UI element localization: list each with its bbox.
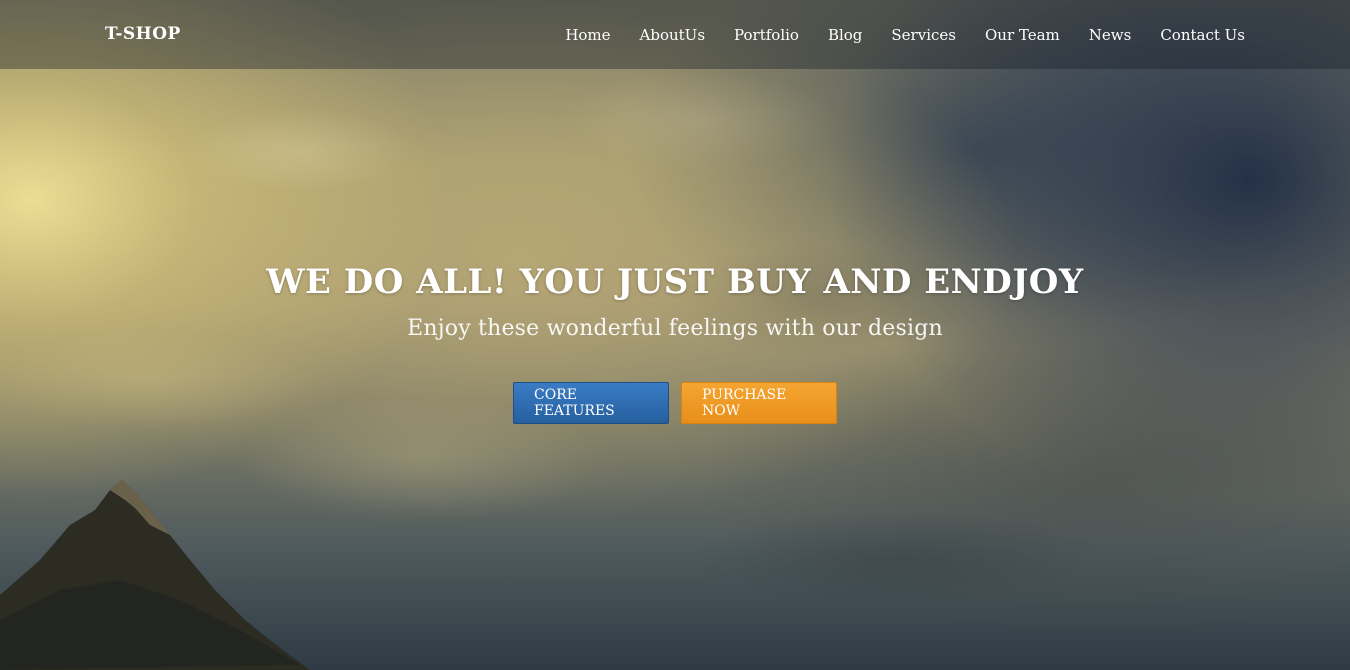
- hero-section: WE DO ALL! YOU JUST BUY AND ENDJOY Enjoy…: [0, 262, 1350, 341]
- nav-item-services[interactable]: Services: [891, 26, 956, 44]
- purchase-now-button[interactable]: PURCHASE NOW: [681, 382, 837, 424]
- hero-buttons: CORE FEATURES PURCHASE NOW: [0, 382, 1350, 424]
- nav-item-our-team[interactable]: Our Team: [985, 26, 1060, 44]
- nav-item-news[interactable]: News: [1089, 26, 1132, 44]
- hero-title: WE DO ALL! YOU JUST BUY AND ENDJOY: [266, 262, 1084, 302]
- mountain-peak-image: [0, 480, 310, 670]
- hero-page: T-SHOP Home AboutUs Portfolio Blog Servi…: [0, 0, 1350, 670]
- hero-subtitle: Enjoy these wonderful feelings with our …: [407, 316, 943, 341]
- brand-logo[interactable]: T-SHOP: [105, 24, 181, 44]
- nav-item-contact-us[interactable]: Contact Us: [1160, 26, 1245, 44]
- nav-item-aboutus[interactable]: AboutUs: [640, 26, 706, 44]
- nav-item-portfolio[interactable]: Portfolio: [734, 26, 799, 44]
- nav-item-blog[interactable]: Blog: [828, 26, 862, 44]
- nav-item-home[interactable]: Home: [565, 26, 610, 44]
- top-navbar: T-SHOP Home AboutUs Portfolio Blog Servi…: [0, 0, 1350, 69]
- core-features-button[interactable]: CORE FEATURES: [513, 382, 669, 424]
- main-nav: Home AboutUs Portfolio Blog Services Our…: [536, 0, 1245, 69]
